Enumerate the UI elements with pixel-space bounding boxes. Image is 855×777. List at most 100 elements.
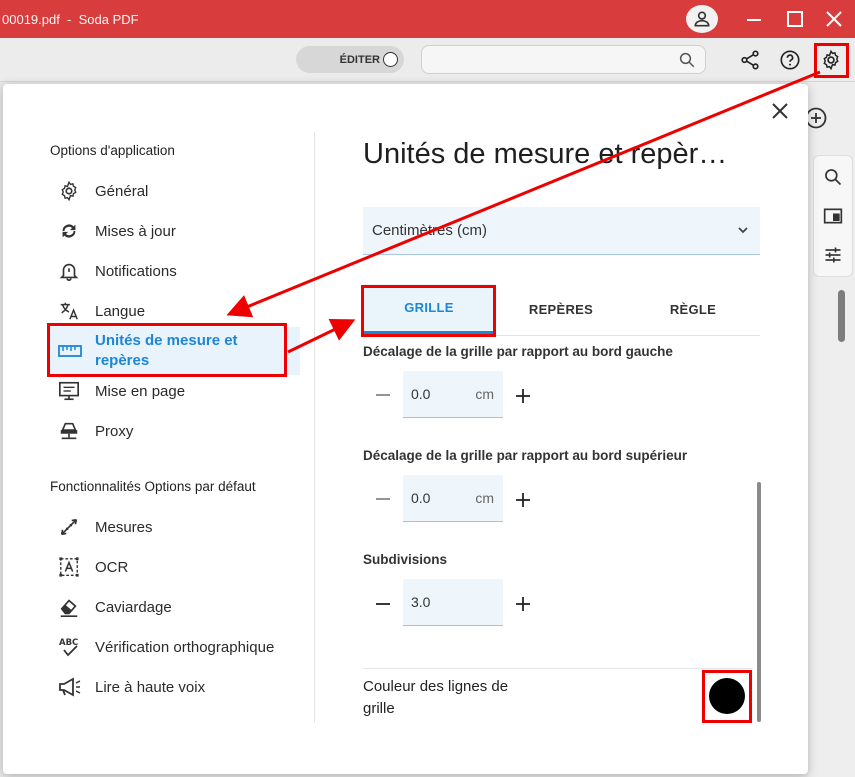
left-offset-input[interactable]: 0.0 cm — [403, 371, 503, 418]
sidebar-item-units[interactable]: Unités de mesure et repères — [50, 327, 300, 375]
sidebar-item-ocr[interactable]: OCR — [50, 549, 300, 585]
bell-icon — [59, 263, 79, 281]
plus-icon — [516, 597, 530, 611]
sidebar-item-label: Langue — [95, 302, 146, 320]
field-label-left-offset: Décalage de la grille par rapport au bor… — [363, 344, 673, 359]
sidebar-item-label: OCR — [95, 558, 129, 576]
panel-icon[interactable] — [823, 207, 843, 225]
minus-icon — [376, 603, 390, 605]
maximize-icon — [787, 11, 803, 27]
field-label-subdivisions: Subdivisions — [363, 552, 448, 567]
sidebar-item-read-aloud[interactable]: Lire à haute voix — [50, 669, 300, 705]
sidebar-item-general[interactable]: Général — [50, 173, 300, 209]
sync-icon — [62, 224, 76, 238]
share-icon — [741, 50, 759, 70]
subdivisions-value: 3.0 — [411, 594, 431, 610]
sidebar-item-language[interactable]: Langue — [50, 293, 300, 329]
increment-subdivisions-button[interactable] — [511, 592, 535, 616]
grid-color-label: Couleur des lignes de grille — [363, 678, 509, 717]
sidebar-item-label: Général — [95, 182, 149, 200]
minus-icon — [376, 394, 390, 396]
section-default-features-title: Fonctionnalités Options par défaut — [50, 479, 256, 494]
sidebar-item-label: Mesures — [95, 518, 153, 536]
top-offset-value: 0.0 — [411, 490, 431, 506]
help-icon — [780, 50, 800, 70]
decrement-left-offset-button[interactable] — [371, 383, 395, 407]
sidebar-item-label: Notifications — [95, 262, 177, 280]
panel-title: Unités de mesure et repèr… — [363, 138, 728, 170]
unit-select[interactable]: Centimètres (cm) — [363, 207, 760, 255]
sidebar-item-proxy[interactable]: Proxy — [50, 413, 300, 449]
tab-bar: GRILLE REPÈRES RÈGLE — [363, 284, 760, 336]
search-box[interactable] — [421, 45, 706, 74]
settings-highlight-box — [814, 43, 849, 78]
sidebar-item-label: Vérification orthographique — [95, 638, 275, 656]
account-avatar[interactable] — [686, 5, 718, 33]
sidebar-item-label: Caviardage — [95, 598, 172, 616]
sidebar-item-notifications[interactable]: Notifications — [50, 253, 300, 289]
sidebar-item-label: Unités de mesure et repères — [95, 332, 238, 369]
top-offset-input[interactable]: 0.0 cm — [403, 475, 503, 522]
sidebar-item-label: Lire à haute voix — [95, 678, 206, 696]
toggle-knob — [383, 52, 398, 67]
megaphone-icon — [59, 677, 81, 697]
tab-ruler[interactable]: RÈGLE — [627, 284, 759, 334]
dialog-divider — [314, 132, 315, 722]
measure-icon — [60, 518, 78, 536]
sidebar-item-label: Mises à jour — [95, 222, 176, 240]
sidebar-item-redaction[interactable]: Caviardage — [50, 589, 300, 625]
plus-icon — [516, 493, 530, 507]
sidebar-item-measures[interactable]: Mesures — [50, 509, 300, 545]
window-title: 00019.pdf - Soda PDF — [2, 11, 139, 27]
eraser-icon — [60, 599, 78, 617]
search-icon[interactable] — [678, 51, 696, 69]
left-offset-unit: cm — [475, 386, 494, 402]
minus-icon — [376, 498, 390, 500]
minimize-icon — [747, 19, 761, 21]
sidebar-item-spellcheck[interactable]: ABC Vérification orthographique — [50, 629, 300, 665]
edit-toggle[interactable]: ÉDITER — [296, 46, 404, 73]
sidebar-item-layout[interactable]: Mise en page — [50, 373, 300, 409]
close-icon — [772, 103, 788, 119]
field-label-top-offset: Décalage de la grille par rapport au bor… — [363, 448, 688, 463]
increment-top-offset-button[interactable] — [511, 488, 535, 512]
plus-icon — [516, 389, 530, 403]
row-separator — [363, 668, 753, 669]
maximize-button[interactable] — [785, 9, 805, 29]
search-input[interactable] — [430, 46, 670, 73]
tab-grid[interactable]: GRILLE — [363, 284, 495, 334]
decrement-top-offset-button[interactable] — [371, 487, 395, 511]
unit-select-value: Centimètres (cm) — [372, 222, 488, 239]
subdivisions-input[interactable]: 3.0 — [403, 579, 503, 626]
ocr-icon — [59, 557, 79, 577]
grid-color-swatch[interactable] — [709, 678, 745, 714]
sliders-icon[interactable] — [823, 245, 843, 265]
share-button[interactable] — [737, 47, 763, 73]
close-window-button[interactable] — [824, 9, 844, 29]
chevron-down-icon — [738, 227, 748, 234]
spellcheck-icon: ABC — [59, 638, 78, 657]
user-icon — [694, 11, 710, 27]
minimize-button[interactable] — [744, 9, 764, 29]
monitor-icon — [59, 381, 79, 401]
translate-icon — [60, 302, 78, 320]
page-scrollbar-thumb[interactable] — [838, 290, 845, 342]
search-icon[interactable] — [823, 167, 843, 187]
gear-icon — [61, 180, 77, 202]
tab-guides[interactable]: REPÈRES — [495, 284, 627, 334]
network-icon — [60, 422, 78, 440]
top-offset-unit: cm — [475, 490, 494, 506]
sidebar-item-label: Mise en page — [95, 382, 186, 400]
close-dialog-button[interactable] — [767, 98, 793, 124]
edit-toggle-label: ÉDITER — [339, 53, 380, 66]
sidebar-item-updates[interactable]: Mises à jour — [50, 213, 300, 249]
ruler-icon — [58, 345, 82, 357]
help-button[interactable] — [777, 47, 803, 73]
increment-left-offset-button[interactable] — [511, 384, 535, 408]
panel-scrollbar[interactable] — [757, 482, 761, 722]
section-app-options-title: Options d'application — [50, 143, 175, 158]
title-bar: 00019.pdf - Soda PDF — [0, 0, 855, 38]
decrement-subdivisions-button[interactable] — [371, 592, 395, 616]
side-tools-panel — [813, 155, 853, 277]
sidebar-item-label: Proxy — [95, 422, 134, 440]
